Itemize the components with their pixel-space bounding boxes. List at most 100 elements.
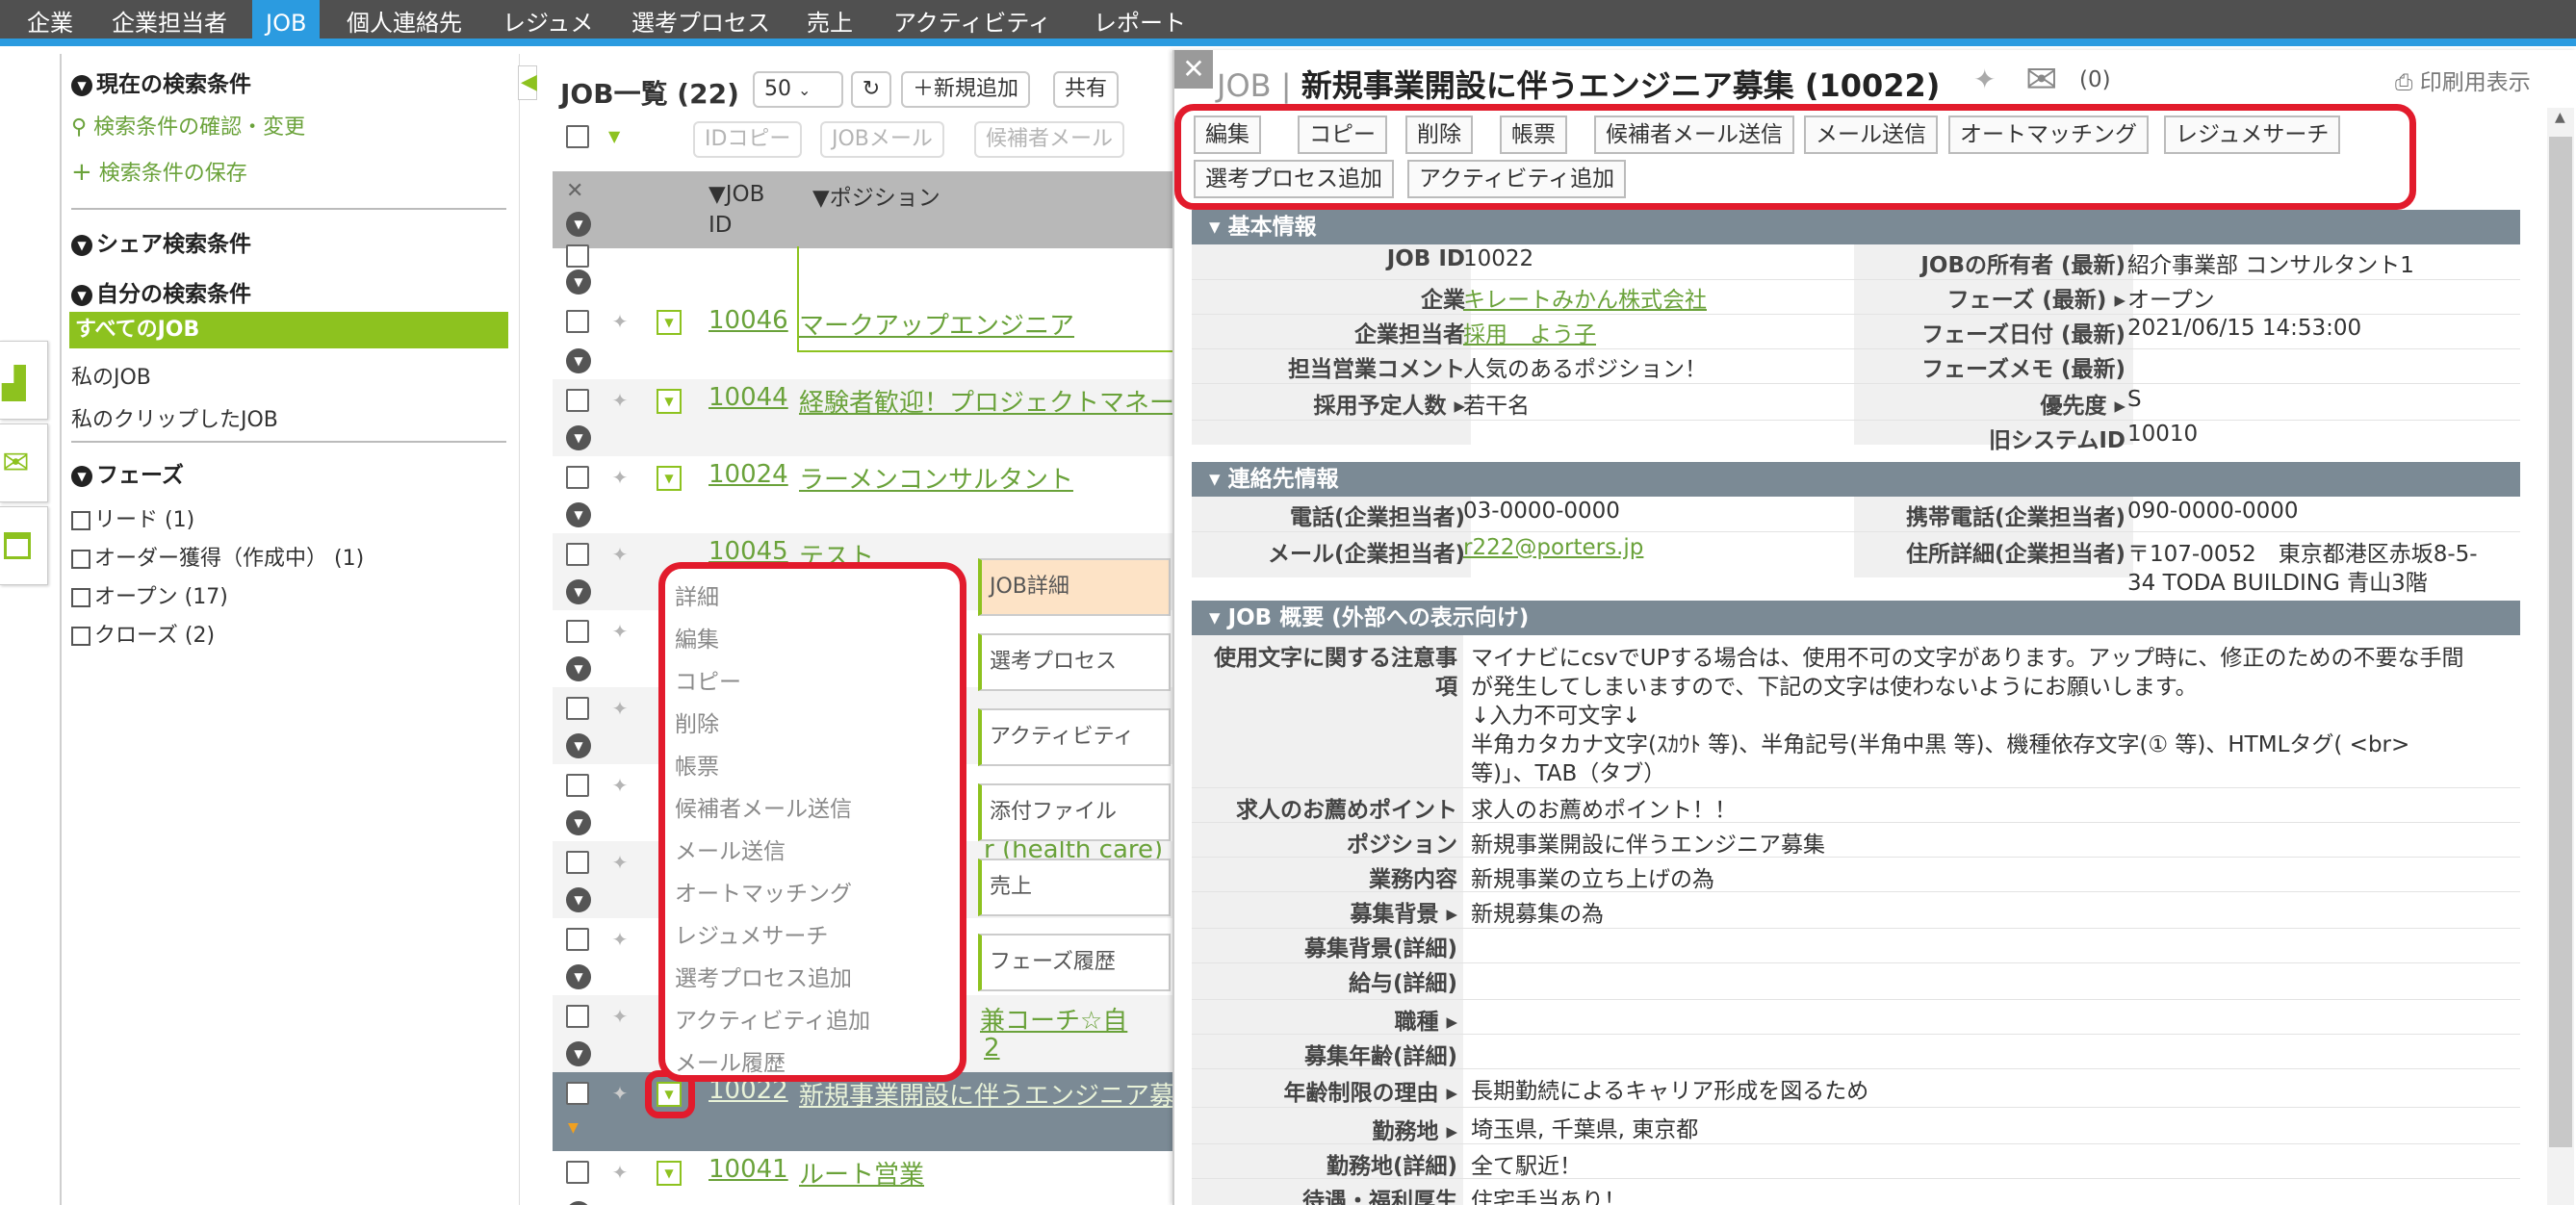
menu-item-copy[interactable]: コピー [675, 663, 741, 696]
row-position[interactable]: ルート営業 [799, 1155, 924, 1191]
section-basic-info[interactable]: ▾ 基本情報 [1192, 210, 2520, 244]
checkbox[interactable] [71, 550, 90, 569]
nav-sales[interactable]: 売上 [793, 0, 866, 46]
chevron-down-icon[interactable]: ▼ [568, 1120, 579, 1136]
submenu-phase-history[interactable]: フェーズ履歴 [978, 934, 1171, 991]
pin-icon[interactable]: ✦ [608, 543, 631, 566]
company-link[interactable]: キレートみかん株式会社 [1463, 281, 1707, 314]
id-copy-button[interactable]: IDコピー [693, 121, 803, 158]
column-header-position[interactable]: ▼ポジション [812, 179, 940, 212]
row-job-id[interactable]: 10044 [708, 383, 788, 412]
chevron-down-icon[interactable]: ▼ [566, 887, 591, 912]
checkbox[interactable] [71, 627, 90, 646]
menu-item-candidate-mail[interactable]: 候補者メール送信 [675, 790, 852, 823]
submenu-job-detail[interactable]: JOB詳細 [978, 558, 1171, 616]
chevron-down-icon[interactable]: ▼ [566, 733, 591, 758]
menu-item-form[interactable]: 帳票 [675, 748, 719, 781]
refresh-button[interactable]: ↻ [851, 71, 891, 108]
mail-tab[interactable]: ✉ [0, 423, 48, 502]
calendar-tab[interactable] [0, 506, 48, 585]
shared-conditions-heading[interactable]: ▼ シェア検索条件 [71, 225, 251, 258]
print-button[interactable]: ⎙ 印刷用表示 [2395, 64, 2531, 96]
add-new-button[interactable]: ＋新規追加 [901, 71, 1031, 108]
sidebar-item-my-jobs[interactable]: 私のJOB [71, 360, 151, 391]
menu-item-detail[interactable]: 詳細 [675, 578, 719, 611]
pin-icon[interactable]: ✦ [608, 774, 631, 797]
row-menu-button[interactable]: ▼ [657, 310, 682, 335]
row-checkbox[interactable] [566, 389, 589, 412]
chevron-down-icon[interactable]: ▼ [608, 127, 620, 145]
menu-item-send-mail[interactable]: メール送信 [675, 833, 786, 865]
scrollbar[interactable]: ▲ [2547, 108, 2574, 1205]
save-conditions-link[interactable]: + 検索条件の保存 [71, 156, 247, 187]
chart-tab[interactable]: ▟ [0, 341, 48, 420]
row-checkbox[interactable] [566, 1161, 589, 1184]
pin-icon[interactable]: ✦ [608, 697, 631, 720]
chevron-down-icon[interactable]: ▼ [566, 1201, 591, 1205]
row-job-id[interactable]: 10041 [708, 1155, 788, 1184]
submenu-selection-process[interactable]: 選考プロセス [978, 633, 1171, 691]
share-button[interactable]: 共有 [1053, 71, 1120, 108]
row-menu-button[interactable]: ▼ [657, 389, 682, 414]
pin-icon[interactable]: ✦ [608, 1005, 631, 1028]
row-menu-button[interactable]: ▼ [657, 466, 682, 491]
phase-filter-order[interactable]: オーダー獲得（作成中） (1) [71, 541, 364, 572]
row-checkbox[interactable] [566, 310, 589, 333]
chevron-down-icon[interactable]: ▼ [566, 269, 591, 295]
chevron-down-icon[interactable]: ▼ [566, 810, 591, 835]
submenu-sales[interactable]: 売上 [978, 859, 1171, 916]
collapse-sidebar-button[interactable]: ◀ [518, 65, 537, 100]
my-conditions-heading[interactable]: ▼ 自分の検索条件 [71, 275, 251, 308]
mail-icon[interactable]: ✉ [2025, 58, 2058, 102]
chevron-down-icon[interactable]: ▼ [566, 348, 591, 373]
row-menu-button[interactable]: ▼ [657, 1161, 682, 1186]
pin-icon[interactable]: ✦ [608, 1082, 631, 1105]
row-checkbox[interactable] [566, 1082, 589, 1105]
sidebar-item-my-clipped-jobs[interactable]: 私のクリップしたJOB [71, 402, 278, 433]
checkbox[interactable] [71, 511, 90, 530]
pin-icon[interactable]: ✦ [608, 1161, 631, 1184]
section-contact-info[interactable]: ▾ 連絡先情報 [1192, 462, 2520, 497]
phase-filter-lead[interactable]: リード (1) [71, 502, 194, 533]
pin-icon[interactable]: ✦ [1973, 64, 1996, 95]
row-job-id[interactable]: 10024 [708, 460, 788, 489]
pin-icon[interactable]: ✦ [608, 389, 631, 412]
submenu-activity[interactable]: アクティビティ [978, 708, 1171, 766]
job-mail-button[interactable]: JOBメール [820, 121, 944, 158]
pin-icon[interactable]: ✦ [608, 928, 631, 951]
row-checkbox[interactable] [566, 697, 589, 720]
sidebar-item-all-jobs[interactable]: すべてのJOB [69, 312, 508, 348]
row-checkbox[interactable] [566, 928, 589, 951]
nav-resume[interactable]: レジュメ [489, 0, 606, 46]
row-position[interactable]: ラーメンコンサルタント [799, 460, 1073, 496]
current-conditions-heading[interactable]: ▼ 現在の検索条件 [71, 65, 251, 98]
page-size-select[interactable]: 50 ⌄ [753, 71, 843, 108]
chevron-down-icon[interactable]: ▼ [566, 579, 591, 604]
row-checkbox[interactable] [566, 466, 589, 489]
chevron-down-icon[interactable]: ▼ [566, 212, 591, 237]
row-checkbox[interactable] [566, 851, 589, 874]
phase-heading[interactable]: ▼ フェーズ [71, 456, 184, 489]
row-checkbox[interactable] [566, 244, 589, 268]
menu-item-add-process[interactable]: 選考プロセス追加 [675, 960, 852, 992]
row-checkbox[interactable] [566, 620, 589, 643]
menu-item-delete[interactable]: 削除 [675, 705, 719, 738]
nav-report[interactable]: レポート [1080, 0, 1199, 46]
submenu-attachments[interactable]: 添付ファイル [978, 783, 1171, 841]
phase-filter-close[interactable]: クローズ (2) [71, 618, 215, 649]
menu-item-mail-history[interactable]: メール履歴 [675, 1044, 786, 1077]
pin-icon[interactable]: ✦ [608, 620, 631, 643]
menu-item-auto-matching[interactable]: オートマッチング [675, 875, 852, 908]
chevron-down-icon[interactable]: ▼ [566, 502, 591, 527]
row-checkbox[interactable] [566, 543, 589, 566]
row-position[interactable]: マークアップエンジニア [799, 306, 1074, 342]
nav-job[interactable]: JOB [252, 0, 321, 46]
pin-icon[interactable]: ✦ [608, 851, 631, 874]
pin-icon[interactable]: ✦ [608, 310, 631, 333]
candidate-mail-button[interactable]: 候補者メール [974, 121, 1125, 158]
row-job-id[interactable]: 10046 [708, 306, 788, 335]
column-header-job-id[interactable]: ▼JOB ID [708, 179, 776, 241]
close-icon[interactable]: ✕ [1174, 50, 1213, 89]
pin-icon[interactable]: ✦ [608, 466, 631, 489]
select-all-checkbox[interactable] [566, 125, 589, 148]
